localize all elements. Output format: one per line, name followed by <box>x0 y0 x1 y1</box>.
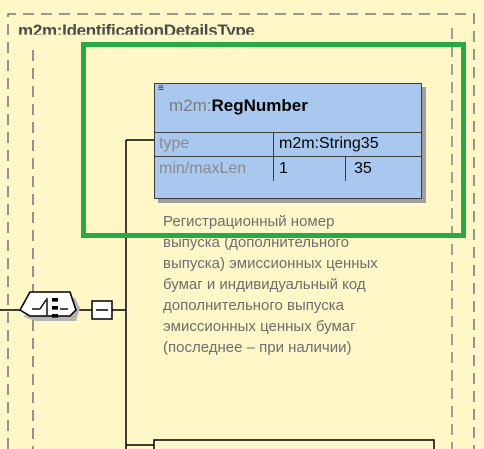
highlight-box <box>81 42 466 238</box>
doc-line: эмиссионных ценных бумаг <box>163 318 356 335</box>
doc-line: выпуска) эмиссионных ценных <box>163 255 378 272</box>
diagram-canvas: m2m:IdentificationDetailsType ≡ m2m:RegN… <box>0 0 484 449</box>
doc-line: бумаг и индивидуальный код <box>163 276 366 293</box>
next-element-box <box>153 439 435 449</box>
sequence-compositor-icon[interactable] <box>18 291 80 321</box>
doc-line: дополнительного выпуска <box>163 297 344 314</box>
doc-line: (последнее – при наличии) <box>163 339 352 356</box>
collapse-minus-icon[interactable] <box>91 300 113 320</box>
